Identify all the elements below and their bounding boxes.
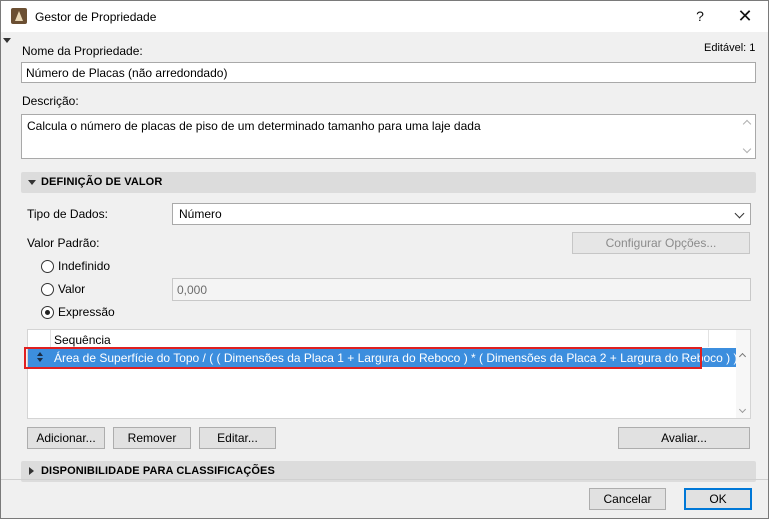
property-name-label: Nome da Propriedade: — [22, 44, 143, 58]
description-textarea[interactable]: Calcula o número de placas de piso de um… — [21, 114, 756, 159]
radio-undefined-label: Indefinido — [58, 259, 111, 273]
caret-right-icon — [29, 467, 34, 475]
scroll-down-icon[interactable] — [742, 144, 752, 154]
header-divider — [50, 330, 51, 347]
expression-row[interactable]: Área de Superfície do Topo / ( ( Dimensõ… — [24, 347, 738, 369]
description-label: Descrição: — [22, 94, 79, 108]
expression-list[interactable]: Sequência Área de Superfície do Topo / (… — [24, 329, 751, 419]
description-scrollbar[interactable] — [741, 117, 753, 156]
title-bar: Gestor de Propriedade ? ✕ — [1, 1, 768, 32]
app-icon — [11, 8, 27, 24]
default-value-label: Valor Padrão: — [27, 236, 100, 250]
radio-expression[interactable]: Expressão — [41, 305, 115, 319]
radio-value[interactable]: Valor — [41, 282, 85, 296]
radio-circle — [41, 259, 54, 273]
value-definition-title: DEFINIÇÃO DE VALOR — [41, 176, 163, 188]
sequence-column-header[interactable]: Sequência — [54, 333, 111, 347]
edit-button[interactable]: Editar... — [199, 427, 276, 449]
footer-divider — [1, 479, 768, 480]
property-manager-dialog: Gestor de Propriedade ? ✕ Nome da Propri… — [0, 0, 769, 519]
radio-circle — [41, 282, 54, 296]
default-value-input[interactable]: 0,000 — [172, 278, 751, 301]
value-definition-section[interactable]: DEFINIÇÃO DE VALOR — [21, 172, 756, 193]
editable-count: Editável: 1 — [704, 42, 756, 54]
radio-expression-label: Expressão — [58, 305, 115, 319]
scroll-up-icon[interactable] — [738, 352, 747, 361]
radio-undefined[interactable]: Indefinido — [41, 259, 110, 273]
list-scrollbar[interactable] — [736, 330, 750, 418]
highlight-outline — [24, 347, 702, 369]
close-button[interactable]: ✕ — [722, 1, 768, 32]
caret-down-icon — [28, 180, 36, 185]
chevron-down-icon — [734, 208, 745, 219]
add-button[interactable]: Adicionar... — [27, 427, 105, 449]
evaluate-button[interactable]: Avaliar... — [618, 427, 750, 449]
header-divider — [708, 330, 709, 347]
help-button[interactable]: ? — [677, 1, 723, 32]
description-text: Calcula o número de placas de piso de um… — [27, 119, 481, 133]
data-type-select[interactable]: Número — [172, 203, 751, 225]
scroll-down-icon[interactable] — [738, 405, 747, 414]
remove-button[interactable]: Remover — [113, 427, 191, 449]
cancel-button[interactable]: Cancelar — [589, 488, 666, 510]
window-title: Gestor de Propriedade — [35, 10, 157, 24]
data-type-value: Número — [179, 207, 222, 221]
radio-circle-checked — [41, 305, 54, 319]
configure-options-button[interactable]: Configurar Opções... — [572, 232, 750, 254]
scroll-up-icon[interactable] — [742, 119, 752, 129]
collapse-arrow-icon[interactable] — [3, 38, 11, 43]
radio-value-label: Valor — [58, 282, 86, 296]
data-type-label: Tipo de Dados: — [27, 207, 108, 221]
property-name-input[interactable]: Número de Placas (não arredondado) — [21, 62, 756, 83]
ok-button[interactable]: OK — [684, 488, 752, 510]
availability-title: DISPONIBILIDADE PARA CLASSIFICAÇÕES — [41, 465, 275, 477]
